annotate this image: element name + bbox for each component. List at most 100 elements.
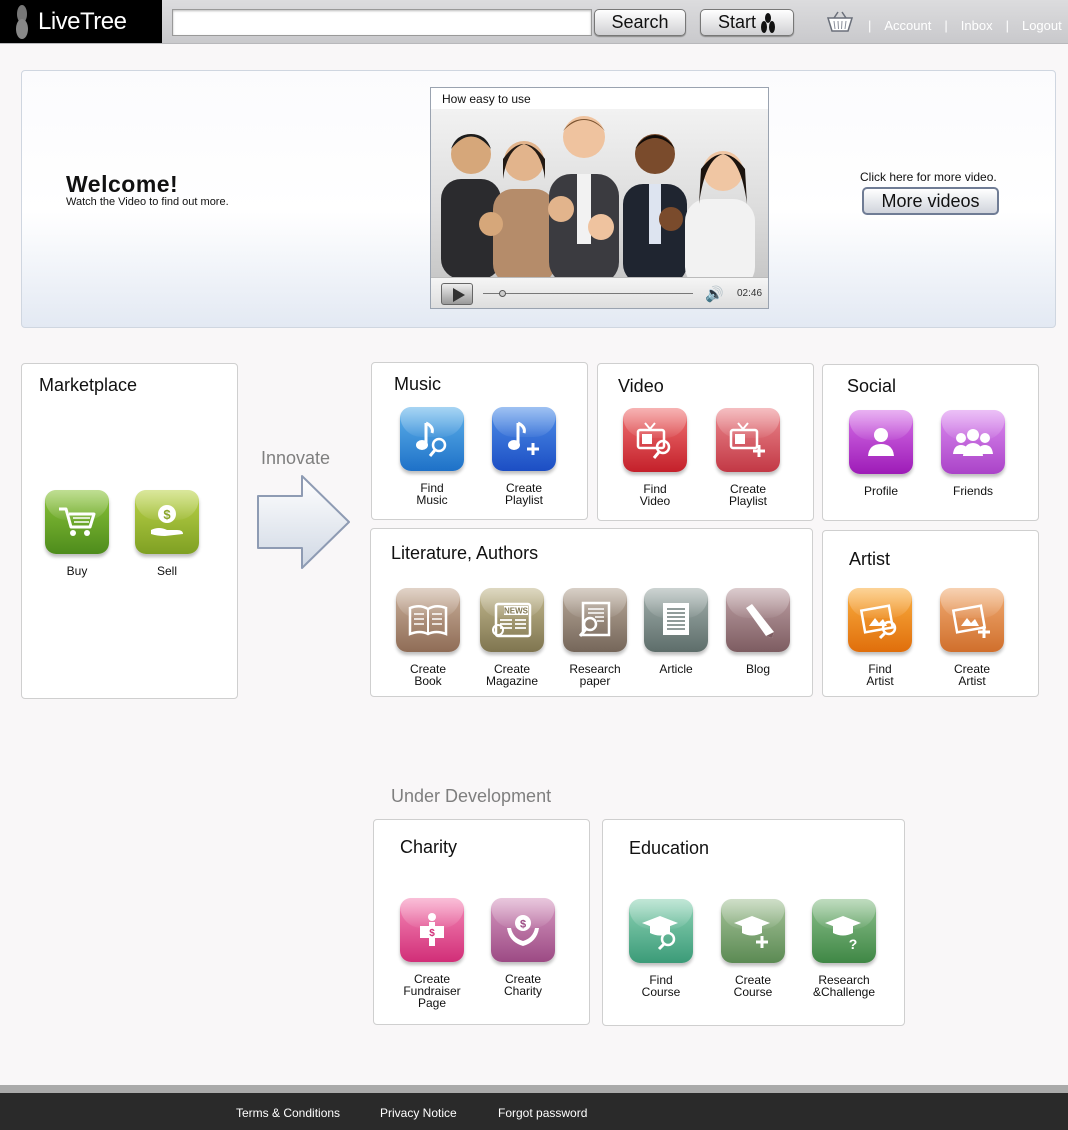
svg-text:?: ? bbox=[849, 936, 858, 951]
sell-label: Sell bbox=[156, 564, 177, 578]
seek-handle[interactable] bbox=[499, 290, 506, 297]
basket-icon[interactable] bbox=[826, 10, 854, 39]
create-fundraiser-tile[interactable]: $ Create Fundraiser Page bbox=[400, 898, 464, 1009]
hand-coin-icon: $ bbox=[135, 490, 199, 554]
literature-card: Literature, Authors Create Book NEWS Crea… bbox=[370, 528, 813, 697]
group-icon bbox=[941, 410, 1005, 474]
svg-text:$: $ bbox=[163, 507, 171, 522]
research-paper-tile[interactable]: Research paper bbox=[563, 588, 627, 687]
footer-divider bbox=[0, 1085, 1068, 1093]
social-card: Social Profile Friends bbox=[822, 364, 1039, 521]
research-paper-label: Research paper bbox=[569, 662, 621, 688]
picture-add-icon bbox=[940, 588, 1004, 652]
video-card: Video Find Video Create Playlist bbox=[597, 363, 814, 521]
footer: Terms & Conditions Privacy Notice Forgot… bbox=[0, 1093, 1068, 1130]
music-add-icon bbox=[492, 407, 556, 471]
marketplace-title: Marketplace bbox=[39, 375, 138, 395]
grad-add-icon bbox=[721, 899, 785, 963]
tv-add-icon bbox=[716, 408, 780, 472]
create-playlist-label: Create Playlist bbox=[504, 481, 543, 507]
charity-title: Charity bbox=[400, 837, 458, 857]
create-fundraiser-label: Create Fundraiser Page bbox=[403, 972, 461, 1010]
account-link[interactable]: Account bbox=[884, 18, 931, 33]
person-icon bbox=[849, 410, 913, 474]
find-course-tile[interactable]: Find Course bbox=[629, 899, 693, 998]
seek-bar[interactable] bbox=[483, 293, 693, 294]
tree-logo-icon bbox=[12, 4, 32, 40]
svg-text:NEWS: NEWS bbox=[504, 607, 529, 616]
find-artist-tile[interactable]: Find Artist bbox=[848, 588, 912, 687]
welcome-panel: Welcome! Watch the Video to find out mor… bbox=[21, 70, 1056, 328]
create-artist-label: Create Artist bbox=[953, 662, 991, 688]
more-videos-hint: Click here for more video. bbox=[860, 170, 997, 184]
find-course-label: Find Course bbox=[641, 973, 681, 999]
create-charity-tile[interactable]: $ Create Charity bbox=[491, 898, 555, 997]
charity-card: Charity $ Create Fundraiser Page $ Create C… bbox=[373, 819, 590, 1025]
privacy-link[interactable]: Privacy Notice bbox=[380, 1106, 457, 1120]
forgot-password-link[interactable]: Forgot password bbox=[498, 1106, 587, 1120]
education-title: Education bbox=[629, 838, 710, 858]
svg-text:$: $ bbox=[520, 919, 526, 931]
video-thumbnail-people bbox=[441, 116, 755, 277]
literature-title: Literature, Authors bbox=[391, 543, 539, 563]
fundraiser-icon: $ bbox=[400, 898, 464, 962]
grad-question-icon: ? bbox=[812, 899, 876, 963]
create-book-label: Create Book bbox=[409, 662, 447, 688]
grad-search-icon bbox=[629, 899, 693, 963]
buy-tile[interactable]: Buy bbox=[45, 490, 109, 577]
find-artist-label: Find Artist bbox=[866, 662, 894, 688]
blog-tile[interactable]: Blog bbox=[726, 588, 790, 675]
under-development-label: Under Development bbox=[391, 786, 552, 806]
start-button[interactable]: Start bbox=[700, 9, 794, 36]
cart-icon bbox=[45, 490, 109, 554]
create-course-tile[interactable]: Create Course bbox=[721, 899, 785, 998]
svg-text:$: $ bbox=[429, 928, 435, 939]
terms-link[interactable]: Terms & Conditions bbox=[236, 1106, 340, 1120]
marketplace-card: Marketplace Buy $ Sell bbox=[21, 363, 238, 699]
sell-tile[interactable]: $ Sell bbox=[135, 490, 199, 577]
create-playlist-video-tile[interactable]: Create Playlist bbox=[716, 408, 780, 507]
search-input[interactable] bbox=[172, 9, 592, 36]
volume-icon[interactable]: 🔊 bbox=[705, 285, 724, 303]
music-title: Music bbox=[394, 374, 442, 394]
find-music-tile[interactable]: Find Music bbox=[400, 407, 464, 506]
search-button[interactable]: Search bbox=[594, 9, 686, 36]
video-player: How easy to use 🔊 02:46 bbox=[430, 87, 769, 309]
social-title: Social bbox=[847, 376, 897, 396]
article-label: Article bbox=[659, 662, 693, 676]
profile-label: Profile bbox=[863, 484, 898, 498]
friends-label: Friends bbox=[952, 484, 993, 498]
newspaper-icon: NEWS bbox=[480, 588, 544, 652]
research-challenge-label: Research &Challenge bbox=[812, 973, 876, 999]
friends-tile[interactable]: Friends bbox=[941, 410, 1005, 497]
create-playlist-music-tile[interactable]: Create Playlist bbox=[492, 407, 556, 506]
inbox-link[interactable]: Inbox bbox=[961, 18, 993, 33]
profile-tile[interactable]: Profile bbox=[849, 410, 913, 497]
tv-search-icon bbox=[623, 408, 687, 472]
account-links: | Account | Inbox | Logout bbox=[862, 18, 1068, 33]
artist-card: Artist Find Artist Create Artist bbox=[822, 530, 1039, 697]
welcome-subtitle: Watch the Video to find out more. bbox=[66, 196, 229, 208]
start-label: Start bbox=[717, 12, 756, 32]
create-magazine-tile[interactable]: NEWS Create Magazine bbox=[480, 588, 544, 687]
picture-search-icon bbox=[848, 588, 912, 652]
find-video-label: Find Video bbox=[639, 482, 671, 508]
link-separator: | bbox=[868, 18, 872, 33]
buy-label: Buy bbox=[66, 564, 88, 578]
logo-text: LiveTree bbox=[38, 7, 127, 35]
play-button[interactable] bbox=[441, 283, 473, 305]
create-book-tile[interactable]: Create Book bbox=[396, 588, 460, 687]
create-video-playlist-label: Create Playlist bbox=[728, 482, 767, 508]
logout-link[interactable]: Logout bbox=[1022, 18, 1062, 33]
create-artist-tile[interactable]: Create Artist bbox=[940, 588, 1004, 687]
video-title: How easy to use bbox=[442, 92, 531, 106]
article-icon bbox=[644, 588, 708, 652]
pencil-icon bbox=[726, 588, 790, 652]
more-videos-button[interactable]: More videos bbox=[862, 187, 999, 215]
find-video-tile[interactable]: Find Video bbox=[623, 408, 687, 507]
logo[interactable]: LiveTree bbox=[0, 0, 162, 43]
video-frame[interactable] bbox=[431, 109, 768, 277]
article-tile[interactable]: Article bbox=[644, 588, 708, 675]
research-challenge-tile[interactable]: ? Research &Challenge bbox=[812, 899, 876, 998]
link-separator: | bbox=[944, 18, 948, 33]
